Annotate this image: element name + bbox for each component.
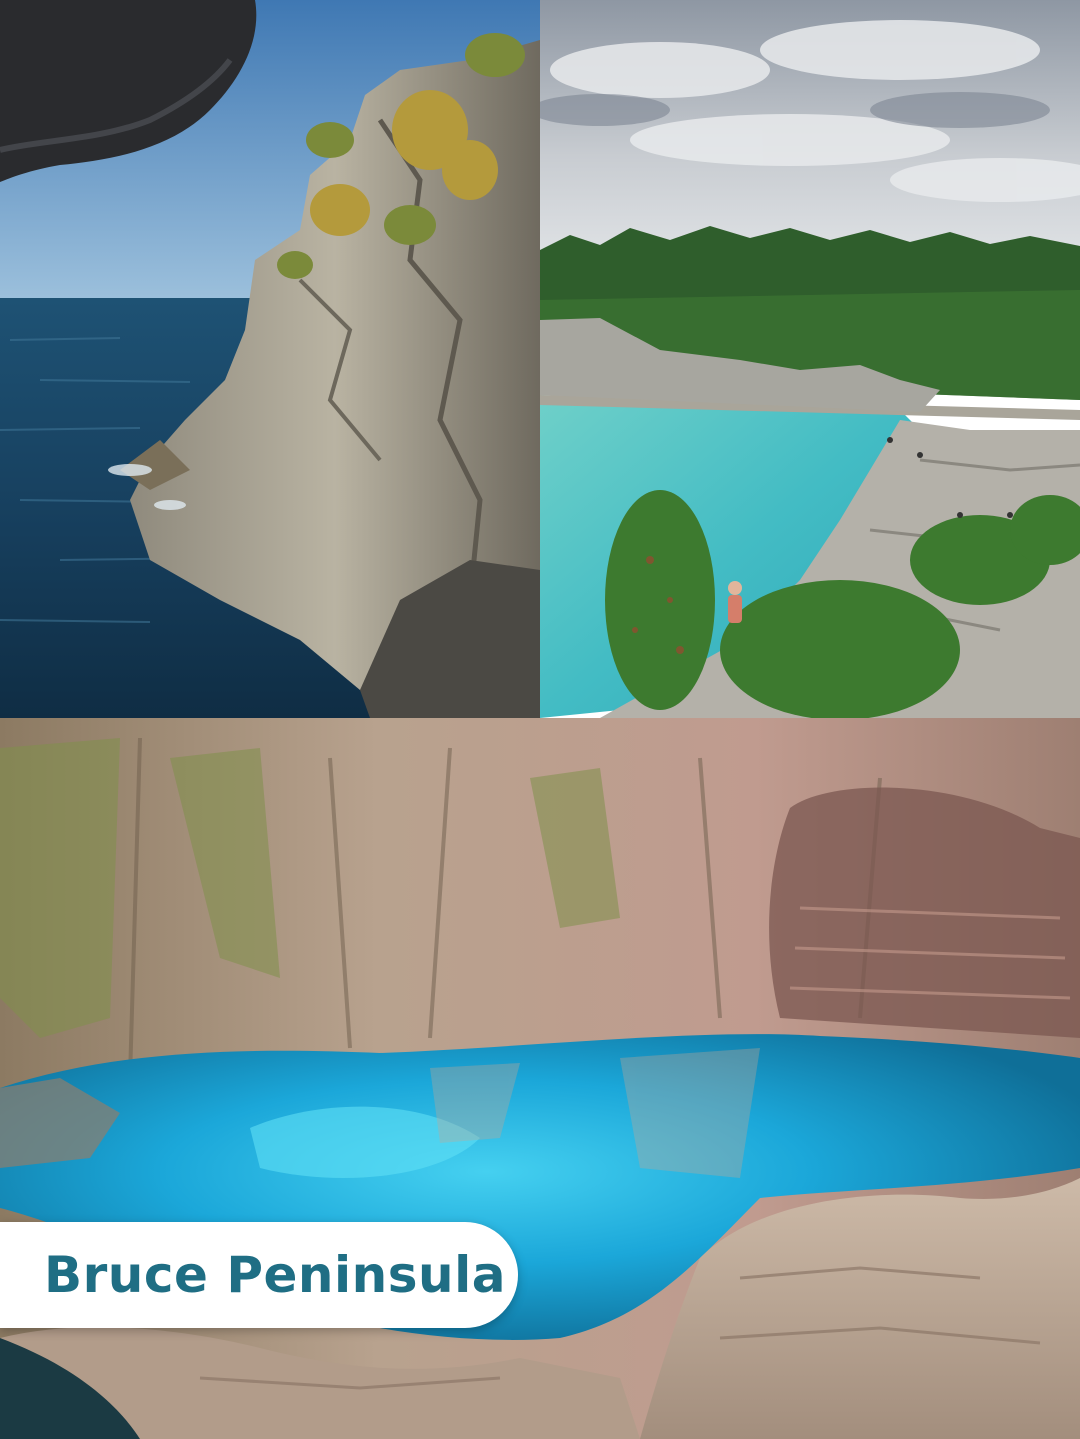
caption-title: Bruce Peninsula [44, 1246, 506, 1304]
cliff-over-lake-photo [0, 0, 540, 718]
grotto-cave-pool-photo [0, 718, 1080, 1439]
caption-label: Bruce Peninsula [0, 1222, 518, 1328]
turquoise-cove-photo [540, 0, 1080, 718]
